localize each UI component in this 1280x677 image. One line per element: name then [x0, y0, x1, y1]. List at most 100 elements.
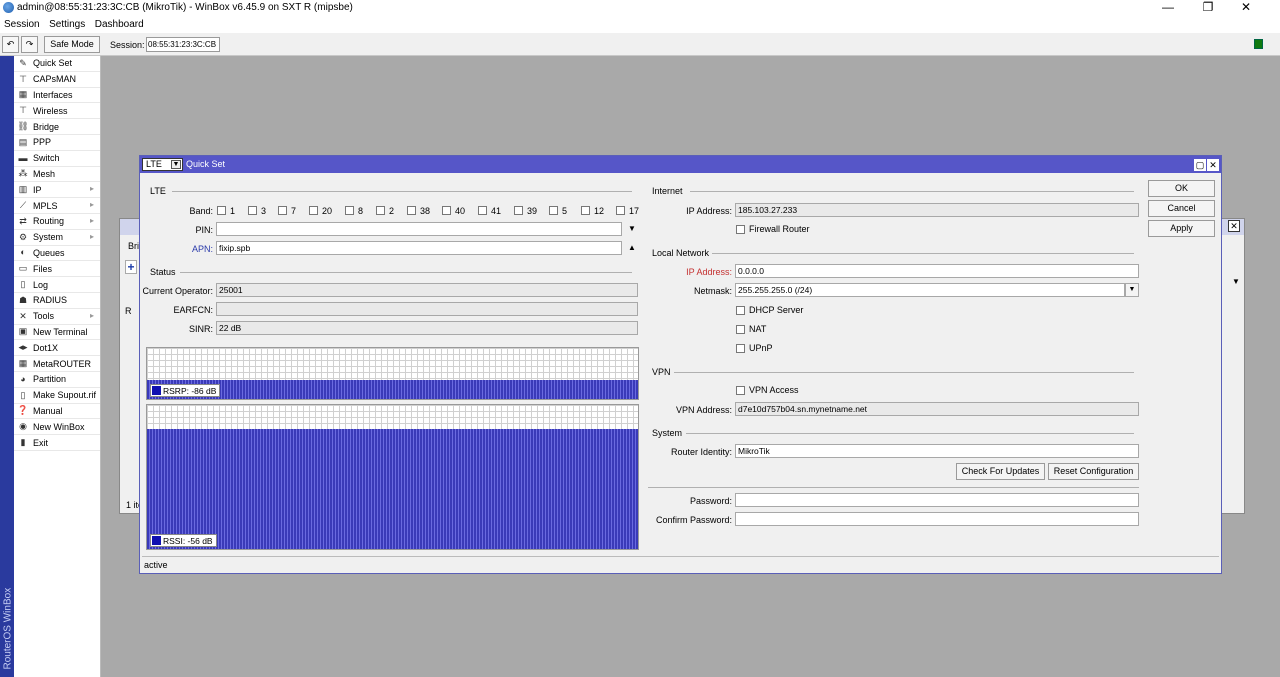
sidebar-item-system[interactable]: ⚙ System ▸: [14, 230, 100, 246]
redo-button[interactable]: ↷: [21, 36, 38, 53]
submenu-arrow-icon: ▸: [89, 184, 94, 194]
sinr-field: 22 dB: [216, 321, 638, 335]
undo-button[interactable]: ↶: [2, 36, 19, 53]
mode-select[interactable]: LTE ▼: [142, 158, 183, 171]
winbox-app-icon: [3, 2, 14, 13]
band-17-checkbox[interactable]: [616, 206, 625, 215]
dhcp-server-checkbox[interactable]: [736, 306, 745, 315]
band-12-label: 12: [594, 206, 605, 216]
minimize-button[interactable]: —: [1150, 0, 1186, 16]
sidebar-item-capsman[interactable]: ⊤ CAPsMAN: [14, 72, 100, 88]
netmask-dropdown-icon[interactable]: ▼: [1125, 283, 1139, 297]
band-2-checkbox[interactable]: [376, 206, 385, 215]
sidebar-item-interfaces[interactable]: ▦ Interfaces: [14, 88, 100, 104]
check-updates-button[interactable]: Check For Updates: [956, 463, 1045, 480]
apn-label: APN:: [191, 244, 213, 254]
router-identity-label: Router Identity:: [670, 447, 732, 457]
nat-label: NAT: [749, 324, 767, 334]
files-icon: ▭: [18, 263, 28, 274]
pin-dropdown-icon[interactable]: ▼: [628, 224, 636, 233]
router-identity-field[interactable]: MikroTik: [735, 444, 1139, 458]
sidebar-item-switch[interactable]: ▬ Switch: [14, 151, 100, 167]
sidebar-item-exit[interactable]: ▮ Exit: [14, 435, 100, 451]
switch-icon: ▬: [18, 152, 28, 163]
mesh-icon: ⁂: [18, 168, 28, 179]
password-field[interactable]: [735, 493, 1139, 507]
sidebar-item-log[interactable]: ▯ Log: [14, 277, 100, 293]
session-field[interactable]: 08:55:31:23:3C:CB: [146, 37, 220, 52]
apn-field[interactable]: fixip.spb: [216, 241, 622, 255]
chevron-down-icon[interactable]: ▼: [171, 160, 181, 169]
upnp-checkbox[interactable]: [736, 344, 745, 353]
background-row: R: [125, 306, 132, 316]
sidebar-item-ppp[interactable]: ▤ PPP: [14, 135, 100, 151]
rssi-graph: RSSI: -56 dB: [146, 404, 639, 550]
sidebar-item-radius[interactable]: ☗ RADIUS: [14, 293, 100, 309]
sidebar-item-mesh[interactable]: ⁂ Mesh: [14, 167, 100, 183]
sidebar-item-new-winbox[interactable]: ◉ New WinBox: [14, 419, 100, 436]
safe-mode-button[interactable]: Safe Mode: [44, 36, 100, 53]
restore-icon[interactable]: ▢: [1194, 159, 1206, 171]
menu-dashboard[interactable]: Dashboard: [91, 16, 147, 30]
sidebar-item-partition[interactable]: ◕ Partition: [14, 372, 100, 388]
band-40-checkbox[interactable]: [442, 206, 451, 215]
vpn-address-label: VPN Address:: [675, 405, 732, 415]
cancel-button[interactable]: Cancel: [1148, 200, 1215, 217]
background-dropdown-icon[interactable]: ▼: [1230, 277, 1242, 289]
reset-configuration-button[interactable]: Reset Configuration: [1048, 463, 1139, 480]
firewall-router-checkbox[interactable]: [736, 225, 745, 234]
operator-field: 25001: [216, 283, 638, 297]
quick-set-window: LTE ▼ Quick Set ▢ ✕ LTE Band: 1 3 7 20 8 2 38 4…: [139, 155, 1222, 574]
band-3-checkbox[interactable]: [248, 206, 257, 215]
pin-field[interactable]: [216, 222, 622, 236]
local-ip-field[interactable]: 0.0.0.0: [735, 264, 1139, 278]
close-icon[interactable]: ✕: [1207, 159, 1219, 171]
apn-collapse-icon[interactable]: ▲: [628, 243, 636, 252]
band-38-checkbox[interactable]: [407, 206, 416, 215]
maximize-button[interactable]: ❐: [1190, 0, 1226, 16]
quick-set-titlebar[interactable]: LTE ▼ Quick Set ▢ ✕: [140, 156, 1221, 173]
sidebar-item-mpls[interactable]: ⟋ MPLS ▸: [14, 198, 100, 214]
sidebar-item-label: New WinBox: [33, 421, 85, 432]
sidebar-item-make-supout-rif[interactable]: ▯ Make Supout.rif: [14, 388, 100, 404]
add-icon[interactable]: +: [125, 260, 137, 274]
netmask-field[interactable]: 255.255.255.0 (/24): [735, 283, 1125, 297]
nat-checkbox[interactable]: [736, 325, 745, 334]
band-41-checkbox[interactable]: [478, 206, 487, 215]
sidebar-item-bridge[interactable]: ⛓ Bridge: [14, 119, 100, 135]
sidebar-item-new-terminal[interactable]: ▣ New Terminal: [14, 325, 100, 341]
menu-settings[interactable]: Settings: [45, 16, 88, 30]
background-tab[interactable]: Bri: [128, 241, 139, 251]
sidebar-item-manual[interactable]: ❓ Manual: [14, 404, 100, 420]
sidebar-item-metarouter[interactable]: ▦ MetaROUTER: [14, 356, 100, 372]
menu-session[interactable]: Session: [0, 16, 43, 30]
sidebar-item-routing[interactable]: ⇄ Routing ▸: [14, 214, 100, 230]
close-button[interactable]: ✕: [1228, 0, 1264, 16]
band-7-checkbox[interactable]: [278, 206, 287, 215]
sidebar-item-queues[interactable]: ◐ Queues: [14, 246, 100, 262]
band-12-checkbox[interactable]: [581, 206, 590, 215]
apply-button[interactable]: Apply: [1148, 220, 1215, 237]
internet-ip-field: 185.103.27.233: [735, 203, 1139, 217]
quick-set-title: Quick Set: [186, 159, 226, 169]
sidebar-item-ip[interactable]: ▥ IP ▸: [14, 182, 100, 199]
band-1-checkbox[interactable]: [217, 206, 226, 215]
local-network-section: Local Network: [652, 248, 1134, 258]
sidebar-item-label: CAPsMAN: [33, 74, 77, 85]
band-20-checkbox[interactable]: [309, 206, 318, 215]
band-39-checkbox[interactable]: [514, 206, 523, 215]
partition-icon: ◕: [20, 373, 26, 384]
confirm-password-field[interactable]: [735, 512, 1139, 526]
ok-button[interactable]: OK: [1148, 180, 1215, 197]
sidebar-item-wireless[interactable]: ⊤ Wireless: [14, 103, 100, 120]
background-close-icon[interactable]: ✕: [1228, 220, 1240, 232]
sidebar-item-tools[interactable]: ✕ Tools ▸: [14, 309, 100, 325]
band-2-label: 2: [389, 206, 395, 216]
vpn-access-checkbox[interactable]: [736, 386, 745, 395]
sidebar-brand-text: RouterOS WinBox: [2, 587, 14, 670]
band-5-checkbox[interactable]: [549, 206, 558, 215]
sidebar-item-files[interactable]: ▭ Files: [14, 261, 100, 278]
band-8-checkbox[interactable]: [345, 206, 354, 215]
sidebar-item-dot1x[interactable]: ◂▸ Dot1X: [14, 340, 100, 357]
sidebar-item-quick-set[interactable]: ✎ Quick Set: [14, 56, 100, 72]
